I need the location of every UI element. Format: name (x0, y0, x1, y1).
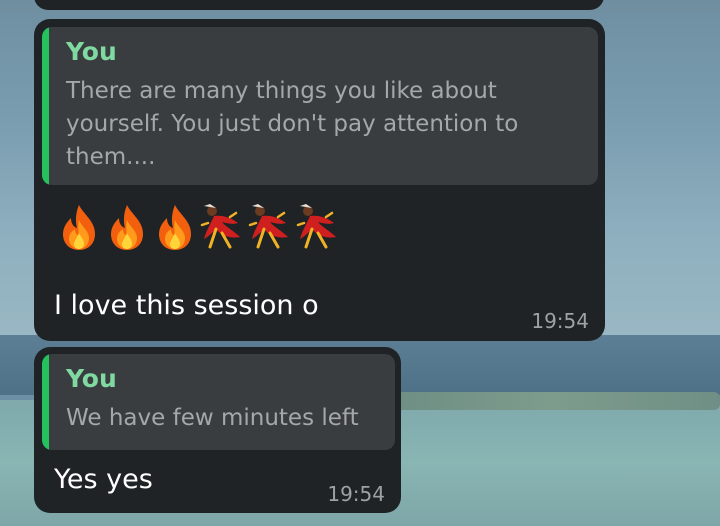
reply-quote-bar (42, 27, 49, 185)
message-text: I love this session o (54, 290, 319, 321)
message-timestamp: 19:54 (327, 482, 385, 506)
message-text: Yes yes (54, 464, 153, 495)
message-bubble[interactable]: You We have few minutes left Yes yes 19:… (34, 347, 401, 513)
wallpaper-land (380, 392, 720, 410)
fire-emoji-icon (111, 205, 143, 250)
reply-quote-author: You (66, 37, 117, 66)
dancer-emoji-icon (200, 204, 240, 249)
reply-quote-author: You (66, 364, 117, 393)
reply-quote[interactable]: You We have few minutes left (42, 354, 395, 450)
message-bubble[interactable]: You There are many things you like about… (34, 19, 605, 341)
dancer-emoji-icon (296, 204, 336, 249)
reply-quote-bar (42, 354, 49, 450)
message-timestamp: 19:54 (531, 309, 589, 333)
reply-quote[interactable]: You There are many things you like about… (42, 27, 598, 185)
emoji-row (58, 203, 358, 253)
fire-emoji-icon (159, 205, 191, 250)
fire-emoji-icon (63, 205, 95, 250)
reply-quote-text: There are many things you like about you… (66, 78, 519, 170)
dancer-emoji-icon (248, 204, 288, 249)
reply-quote-text: We have few minutes left (66, 405, 359, 431)
previous-message-bubble[interactable] (34, 0, 604, 10)
